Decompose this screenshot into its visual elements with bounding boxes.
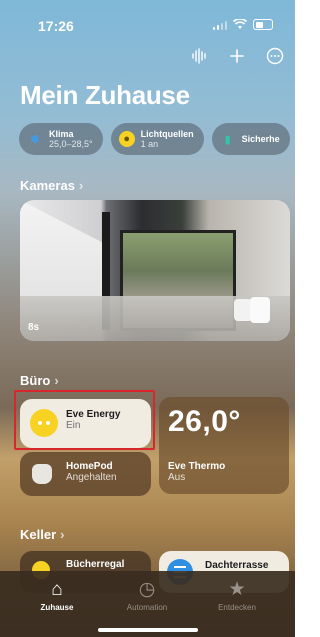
home-screen: 17:26 Mein Zuhause ✽ Klima 25,0–28,5° ● L…: [0, 0, 295, 637]
camera-feed[interactable]: 8s: [20, 200, 290, 341]
chevron-right-icon: ›: [60, 527, 65, 542]
chip-lights[interactable]: ● Lichtquellen 1 an: [110, 123, 204, 155]
tile-eve-thermo-name: Eve Thermo: [168, 461, 226, 472]
chip-lights-label: Lichtquellen: [140, 129, 194, 139]
category-chips: ✽ Klima 25,0–28,5° ● Lichtquellen 1 an ▮ S…: [19, 123, 290, 155]
wifi-icon: [233, 19, 247, 29]
section-office-label: Büro: [20, 373, 51, 388]
chip-climate[interactable]: ✽ Klima 25,0–28,5°: [19, 123, 103, 155]
homepod-icon: [32, 464, 52, 484]
tab-discover[interactable]: ★ Entdecken: [192, 579, 282, 612]
tile-homepod-name: HomePod: [66, 461, 113, 472]
battery-icon: [253, 19, 273, 30]
tab-bar: ⌂ Zuhause ◷ Automation ★ Entdecken: [0, 571, 295, 637]
tile-homepod-state: Angehalten: [66, 472, 117, 483]
chip-climate-label: Klima: [49, 129, 74, 139]
chevron-right-icon: ›: [54, 373, 59, 388]
page-title: Mein Zuhause: [20, 80, 190, 110]
lock-icon: ▮: [224, 133, 231, 146]
toolbar: [189, 46, 285, 66]
fan-icon: ✽: [30, 133, 40, 146]
chevron-right-icon: ›: [78, 178, 84, 193]
tile-roof-terrace-name: Dachterrasse: [205, 560, 269, 571]
tab-discover-label: Entdecken: [218, 603, 256, 612]
status-bar: 17:26: [0, 0, 295, 40]
chip-lights-sub: 1 an: [140, 139, 159, 149]
tab-automation-label: Automation: [126, 603, 168, 612]
tile-eve-thermo-temperature: 26,0°: [168, 405, 241, 438]
house-icon: ⌂: [51, 579, 63, 600]
section-cellar[interactable]: Keller ›: [20, 527, 64, 542]
chip-security-label: Sicherhe: [241, 134, 280, 144]
plus-icon[interactable]: [227, 46, 247, 66]
section-office[interactable]: Büro ›: [20, 373, 59, 388]
star-icon: ★: [228, 579, 246, 600]
tab-automation[interactable]: ◷ Automation: [102, 579, 192, 612]
tab-home-label: Zuhause: [40, 603, 74, 612]
chip-climate-sub: 25,0–28,5°: [49, 139, 93, 149]
waveform-icon[interactable]: [189, 46, 209, 66]
lightbulb-icon: ●: [118, 131, 135, 147]
section-cameras-label: Kameras: [20, 178, 75, 193]
tile-eve-thermo-state: Aus: [168, 472, 186, 483]
home-indicator: [97, 628, 198, 632]
signal-icon: [212, 20, 227, 30]
chip-security[interactable]: ▮ Sicherhe: [211, 123, 290, 155]
tile-homepod[interactable]: HomePod Angehalten: [20, 452, 151, 496]
clock-icon: ◷: [138, 579, 156, 600]
section-cellar-label: Keller: [20, 527, 57, 542]
tab-home[interactable]: ⌂ Zuhause: [12, 579, 102, 612]
ellipsis-icon[interactable]: [265, 46, 285, 66]
system-indicators: [212, 19, 273, 30]
tile-bookshelf-name: Bücherregal: [66, 559, 125, 570]
section-cameras[interactable]: Kameras ›: [20, 178, 83, 193]
camera-chair: [250, 297, 270, 323]
camera-timestamp: 8s: [28, 322, 40, 333]
status-time: 17:26: [38, 18, 74, 34]
selection-highlight: [14, 390, 155, 450]
tile-eve-thermo[interactable]: 26,0° Eve Thermo Aus: [159, 397, 289, 494]
